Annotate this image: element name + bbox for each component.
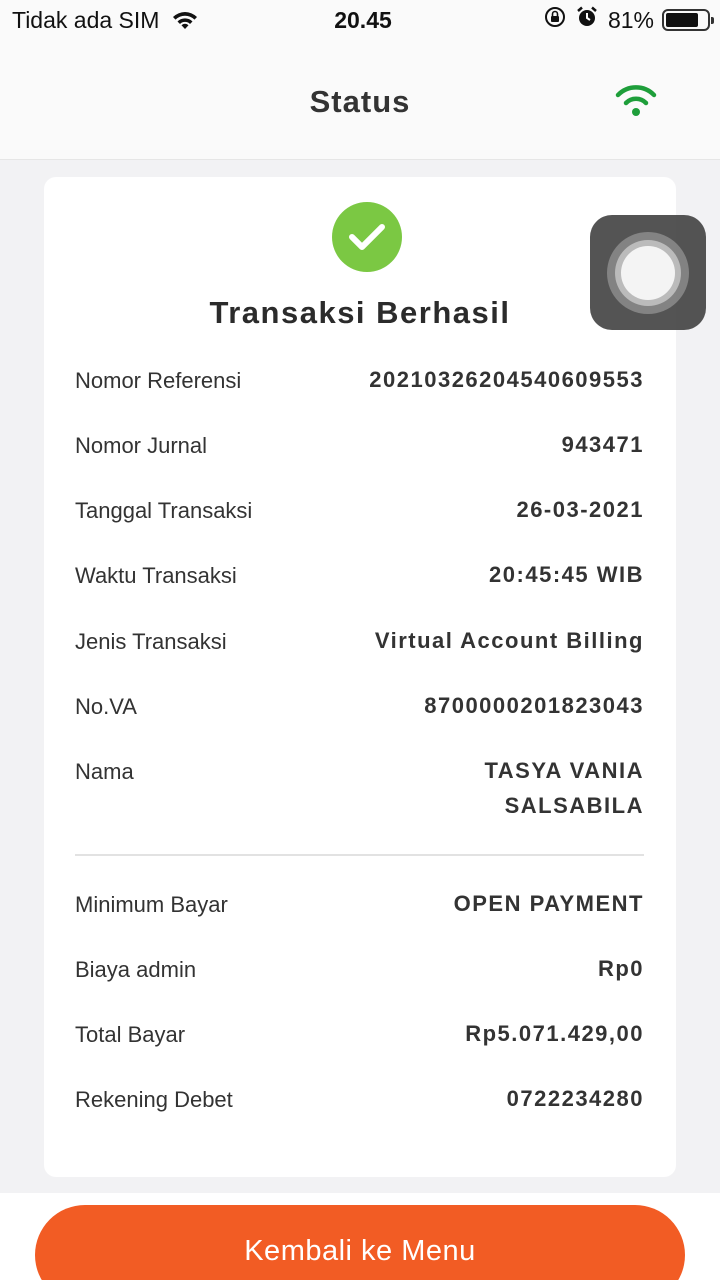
detail-row: Jenis Transaksi Virtual Account Billing	[75, 628, 644, 658]
detail-row: Waktu Transaksi 20:45:45 WIB	[75, 562, 644, 592]
transaction-status-heading: Transaksi Berhasil	[209, 295, 511, 330]
connection-status-icon	[615, 85, 657, 116]
battery-percent: 81%	[607, 6, 654, 33]
receipt-card: Transaksi Berhasil Nomor Referensi 20210…	[44, 177, 676, 1177]
detail-row: Nomor Jurnal 943471	[75, 432, 644, 462]
assistive-touch-icon	[607, 231, 689, 314]
detail-label: Nomor Referensi	[75, 368, 242, 393]
page-title: Status	[309, 84, 411, 119]
name-line-2: SALSABILA	[504, 793, 644, 818]
orientation-lock-icon	[544, 6, 566, 34]
back-to-menu-button[interactable]: Kembali ke Menu	[35, 1205, 685, 1280]
app-header: Status	[0, 40, 720, 160]
alarm-icon	[576, 6, 598, 34]
detail-row: Nama TASYA VANIA SALSABILA	[75, 758, 644, 823]
detail-row: Tanggal Transaksi 26-03-2021	[75, 497, 644, 527]
detail-row: Nomor Referensi 20210326204540609553	[75, 367, 644, 397]
detail-value: 20210326204540609553	[369, 367, 644, 392]
name-line-1: TASYA VANIA	[484, 758, 644, 783]
detail-label: Nomor Jurnal	[75, 433, 208, 458]
payment-value: OPEN PAYMENT	[453, 891, 644, 916]
status-bar: Tidak ada SIM 20.45 81%	[0, 0, 720, 40]
detail-value: TASYA VANIA SALSABILA	[484, 753, 644, 823]
assistive-touch-button[interactable]	[590, 215, 706, 330]
payment-label: Total Bayar	[75, 1022, 186, 1047]
detail-label: Nama	[75, 759, 134, 784]
detail-row: No.VA 8700000201823043	[75, 693, 644, 723]
success-check-icon	[332, 202, 402, 272]
payment-value: Rp5.071.429,00	[465, 1021, 644, 1046]
detail-value: 26-03-2021	[516, 497, 644, 522]
detail-label: Waktu Transaksi	[75, 563, 237, 588]
payment-label: Biaya admin	[75, 957, 197, 982]
detail-value: Virtual Account Billing	[374, 628, 644, 653]
section-divider	[75, 854, 644, 856]
payment-row: Biaya admin Rp0	[75, 956, 644, 986]
detail-value: 943471	[561, 432, 644, 457]
footer: Kembali ke Menu	[0, 1193, 720, 1280]
detail-value: 20:45:45 WIB	[489, 562, 644, 587]
detail-label: Jenis Transaksi	[75, 629, 227, 654]
payment-value: 0722234280	[506, 1086, 644, 1111]
payment-row: Minimum Bayar OPEN PAYMENT	[75, 891, 644, 921]
payment-row: Rekening Debet 0722234280	[75, 1086, 644, 1116]
detail-label: No.VA	[75, 694, 137, 719]
payment-label: Rekening Debet	[75, 1087, 233, 1112]
payment-value: Rp0	[597, 956, 644, 981]
detail-label: Tanggal Transaksi	[75, 498, 253, 523]
payment-label: Minimum Bayar	[75, 892, 228, 917]
detail-value: 8700000201823043	[424, 693, 644, 718]
battery-icon	[662, 9, 714, 31]
status-right: 81%	[544, 6, 714, 34]
payment-row: Total Bayar Rp5.071.429,00	[75, 1021, 644, 1051]
